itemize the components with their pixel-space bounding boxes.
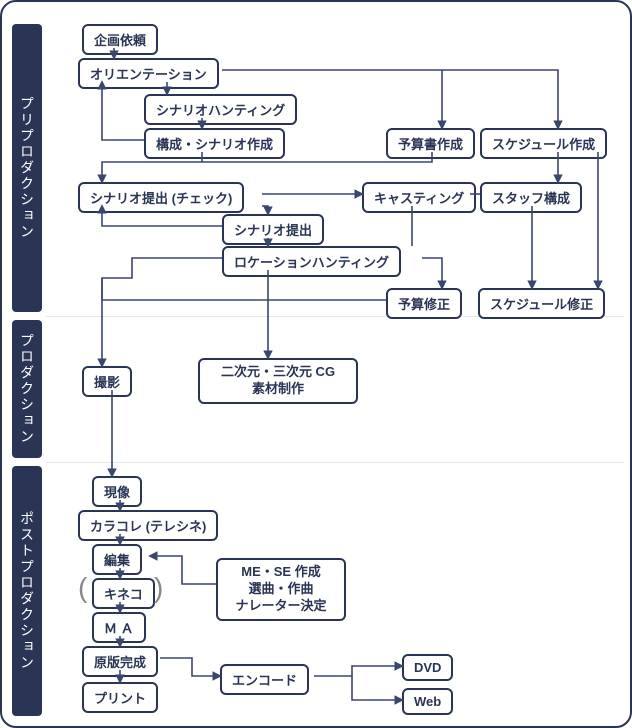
node-shoot: 撮影 (82, 366, 132, 397)
node-staff: スタッフ構成 (480, 182, 582, 213)
node-orientation: オリエンテーション (78, 58, 219, 89)
node-print: プリント (82, 682, 158, 713)
workflow-diagram: プリプロダクション プロダクション ポストプロダクション 企画依頼 オリエンテー… (0, 0, 632, 728)
node-scenario-hunting: シナリオハンティング (144, 94, 297, 125)
node-composition-scenario: 構成・シナリオ作成 (144, 128, 285, 159)
phase-pre-production: プリプロダクション (12, 24, 42, 312)
node-develop: 現像 (92, 476, 142, 507)
divider (46, 462, 624, 463)
node-colorcorrect: カラコレ (テレシネ) (78, 510, 218, 541)
phase-production: プロダクション (12, 320, 42, 458)
node-dvd: DVD (402, 654, 453, 681)
paren-right: ) (154, 572, 163, 604)
paren-left: ( (78, 572, 87, 604)
node-location-hunting: ロケーションハンティング (222, 246, 401, 277)
node-audio-tasks: ME・SE 作成選曲・作曲ナレーター決定 (216, 558, 346, 621)
node-schedule-revise: スケジュール修正 (478, 288, 605, 319)
node-master-complete: 原版完成 (82, 646, 158, 677)
node-encode: エンコード (220, 664, 309, 695)
node-schedule: スケジュール作成 (480, 128, 607, 159)
node-kineco: キネコ (92, 578, 155, 609)
node-edit: 編集 (92, 544, 142, 575)
node-cg-material: 二次元・三次元 CG素材制作 (198, 358, 358, 404)
node-casting: キャスティング (362, 182, 476, 213)
node-scenario-submit: シナリオ提出 (222, 214, 324, 245)
phase-post-production: ポストプロダクション (12, 466, 42, 716)
node-scenario-submit-check: シナリオ提出 (チェック) (78, 182, 244, 213)
node-web: Web (402, 688, 453, 715)
node-ma: Ｍ Ａ (92, 612, 146, 643)
node-budget: 予算書作成 (386, 128, 475, 159)
node-budget-revise: 予算修正 (386, 288, 462, 319)
node-planning-request: 企画依頼 (82, 24, 158, 55)
